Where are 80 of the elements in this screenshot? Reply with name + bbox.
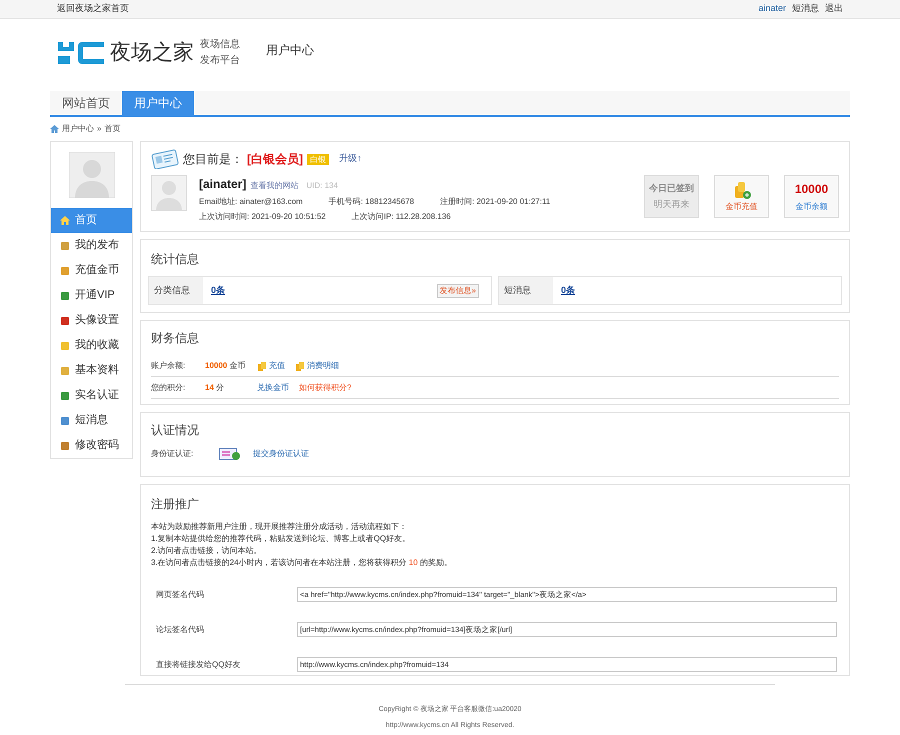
- menu-icon: [60, 366, 70, 376]
- avatar-icon: [151, 175, 187, 211]
- breadcrumb-link[interactable]: 首页: [104, 123, 120, 135]
- field-label: 网页签名代码: [156, 588, 205, 600]
- menu-icon: [60, 240, 70, 250]
- member-level: [白银会员]: [247, 151, 303, 168]
- home-link[interactable]: 返回夜场之家首页: [57, 2, 129, 16]
- logo-icon: [56, 39, 106, 67]
- user-link[interactable]: ainater: [758, 2, 786, 16]
- avatar-icon: [68, 152, 114, 198]
- id-card-icon: [219, 447, 241, 461]
- id-card-icon: [151, 149, 179, 169]
- stat-label: 分类信息: [149, 277, 203, 304]
- menu-icon: [60, 416, 70, 426]
- status-label: 您目前是：: [183, 151, 243, 168]
- coin-link[interactable]: 消费明细: [295, 360, 339, 372]
- menu-icon: [60, 266, 70, 276]
- balance-tile: 10000 金币余额: [784, 175, 839, 218]
- menu-icon: [60, 440, 70, 450]
- detail-text: 上次访问IP: 112.28.208.136: [352, 211, 451, 223]
- sidebar-item[interactable]: 我的收藏: [51, 333, 132, 358]
- breadcrumb-separator: »: [97, 123, 102, 135]
- detail-text: 上次访问时间: 2021-09-20 10:51:52: [199, 211, 326, 223]
- field-label: 论坛签名代码: [156, 624, 205, 636]
- sidebar-item[interactable]: 基本资料: [51, 358, 132, 383]
- field-label: 身份证认证:: [151, 448, 194, 460]
- menu-icon: [60, 390, 70, 400]
- field-label: 账户余额:: [151, 360, 186, 372]
- menu-icon: [60, 340, 70, 350]
- sidebar-item[interactable]: 头像设置: [51, 308, 132, 333]
- amount-text: 14 分: [205, 382, 226, 394]
- breadcrumb-link[interactable]: 用户中心: [62, 123, 94, 135]
- section-heading: 统计信息: [150, 251, 200, 268]
- home-icon: [50, 125, 59, 133]
- amount-text: 10000 金币: [205, 360, 246, 372]
- publish-button[interactable]: 发布信息»: [436, 284, 479, 298]
- section-heading: 认证情况: [151, 422, 200, 439]
- tagline-text: 夜场信息: [200, 38, 240, 52]
- site-link[interactable]: 查看我的网站: [250, 180, 298, 192]
- member-badge: 白银: [307, 154, 329, 164]
- home-icon: [60, 216, 70, 225]
- section-title: 用户中心: [266, 42, 314, 59]
- stat-value[interactable]: 0条: [211, 284, 226, 298]
- coins-icon: [295, 360, 305, 370]
- sidebar-item[interactable]: 我的发布: [51, 233, 132, 258]
- detail-text: 手机号码: 18812345678: [328, 196, 414, 208]
- coins-icon: [257, 360, 267, 370]
- uid-text: UID: 134: [306, 180, 338, 192]
- sidebar-item[interactable]: 短消息: [51, 408, 132, 433]
- field-label: 直接将链接发给QQ好友: [156, 658, 242, 670]
- intro-text: 本站为鼓励推荐新用户注册，现开展推荐注册分成活动，活动流程如下：: [151, 521, 408, 533]
- upgrade-link[interactable]: 升级↑: [339, 152, 362, 166]
- sidebar-item[interactable]: 实名认证: [51, 383, 132, 408]
- tagline-text: 发布平台: [200, 54, 240, 68]
- stat-value[interactable]: 0条: [561, 284, 576, 298]
- detail-text: Email地址: ainater@163.com: [199, 196, 303, 208]
- sidebar-item[interactable]: 充值金币: [51, 258, 132, 283]
- stat-label: 短消息: [499, 277, 553, 304]
- intro-text: 2.访问者点击链接，访问本站。: [151, 545, 263, 557]
- text-link[interactable]: 兑换金币: [257, 382, 289, 394]
- menu-icon: [60, 316, 70, 326]
- logo-text: 夜场之家: [110, 40, 194, 66]
- sidebar-item[interactable]: 修改密码: [51, 433, 132, 458]
- checkin-tile: 今日已签到 明天再来: [644, 175, 699, 218]
- top-link[interactable]: 退出: [825, 2, 843, 16]
- detail-text: 注册时间: 2021-09-20 01:27:11: [440, 196, 550, 208]
- nav-tab[interactable]: 网站首页: [50, 91, 122, 115]
- section-heading: 注册推广: [151, 496, 200, 513]
- username: [ainater]: [199, 176, 246, 193]
- intro-text: 3.在访问者点击链接的24小时内，若该访问者在本站注册，您将获得积分 10 的奖励。: [151, 557, 453, 569]
- intro-text: 1.复制本站提供给您的推荐代码，粘贴发送到论坛、博客上或者QQ好友。: [151, 533, 412, 545]
- coin-link[interactable]: 充值: [257, 360, 285, 372]
- top-link[interactable]: 短消息: [792, 2, 819, 16]
- section-heading: 财务信息: [151, 330, 200, 347]
- sidebar-item[interactable]: 开通VIP: [51, 283, 132, 308]
- menu-icon: [60, 290, 70, 300]
- text-link[interactable]: 如何获得积分?: [299, 382, 352, 394]
- recharge-button[interactable]: 金币充值: [714, 175, 769, 218]
- verify-link[interactable]: 提交身份证认证: [253, 448, 309, 460]
- field-label: 您的积分:: [151, 382, 186, 394]
